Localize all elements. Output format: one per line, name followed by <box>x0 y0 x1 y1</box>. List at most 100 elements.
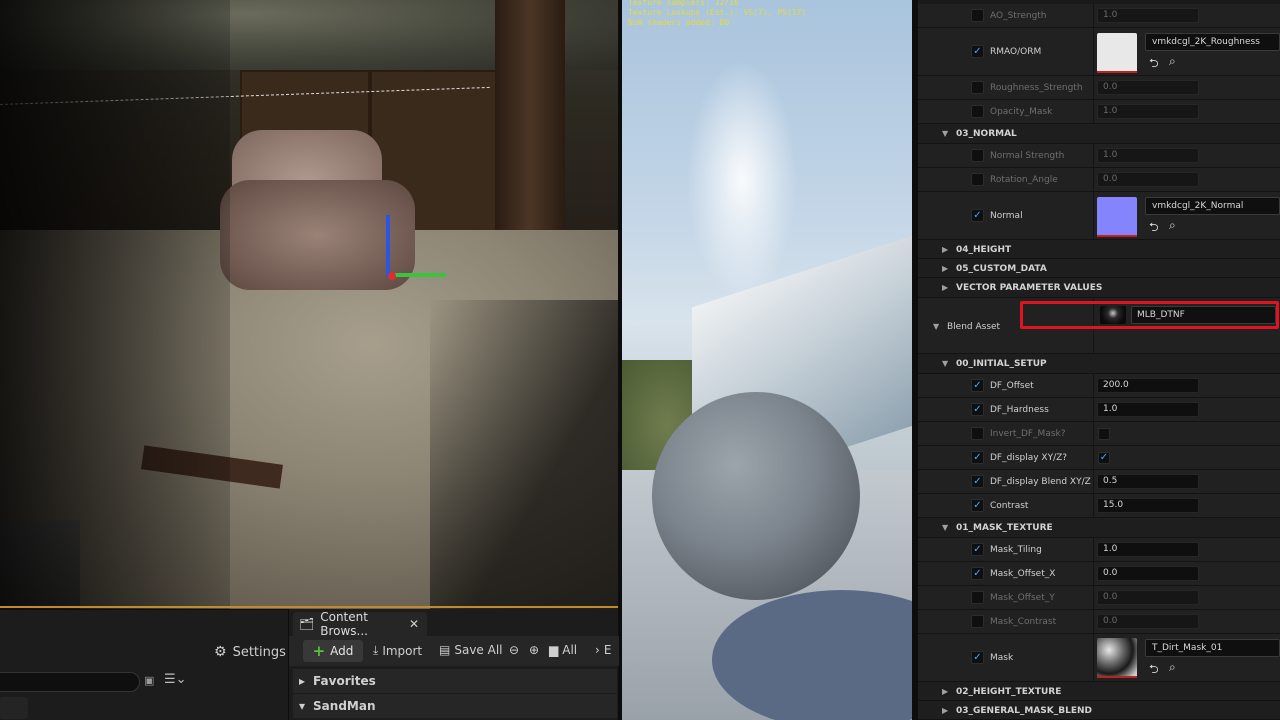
texture-asset-picker[interactable]: vmkdcgl_2K_Roughness <box>1145 33 1280 51</box>
param-label: Mask <box>990 653 1014 663</box>
override-checkbox[interactable]: ✓ <box>971 403 984 416</box>
param-value-input[interactable]: 0.5 <box>1097 474 1199 489</box>
param-value-input[interactable]: 0.0 <box>1097 566 1199 581</box>
section-02-height-texture[interactable]: ▶ 02_HEIGHT_TEXTURE <box>918 682 1280 701</box>
chevron-down-icon: ▼ <box>942 523 949 532</box>
close-icon[interactable]: ✕ <box>409 617 419 631</box>
browse-asset-icon[interactable]: ⌕ <box>1169 218 1176 233</box>
param-row-contrast: ✓ Contrast 15.0 <box>918 494 1280 518</box>
param-value-input[interactable]: 0.0 <box>1097 80 1199 95</box>
override-checkbox[interactable] <box>971 427 984 440</box>
transform-gizmo-z-axis[interactable] <box>386 215 390 277</box>
browse-asset-icon[interactable]: ⌕ <box>1169 660 1176 675</box>
param-value-input[interactable]: 1.0 <box>1097 8 1199 23</box>
section-label: 01_MASK_TEXTURE <box>956 523 1053 533</box>
param-label: DF_Hardness <box>990 405 1049 415</box>
param-label: Roughness_Strength <box>990 83 1083 93</box>
override-checkbox[interactable]: ✓ <box>971 499 984 512</box>
texture-thumbnail-bar <box>1097 676 1137 678</box>
import-button[interactable]: ⤓ Import <box>373 643 422 658</box>
tree-item-favorites[interactable]: ▸ Favorites <box>293 669 617 693</box>
override-checkbox[interactable] <box>971 615 984 628</box>
use-selected-icon[interactable]: ⮌ <box>1149 54 1159 75</box>
back-icon: ⊖ <box>509 643 520 657</box>
chevron-right-icon: ▶ <box>942 687 949 696</box>
param-label: DF_display Blend XY/Z <box>990 477 1091 487</box>
param-label: DF_Offset <box>990 381 1034 391</box>
param-label: Normal Strength <box>990 151 1065 161</box>
content-browser-toolbar: + Add ⤓ Import ▤ Save All ⊖ ⊕ ▆ All › E <box>289 636 619 666</box>
texture-thumbnail[interactable] <box>1097 638 1137 678</box>
override-checkbox[interactable] <box>971 149 984 162</box>
override-checkbox[interactable]: ✓ <box>971 651 984 664</box>
blend-asset-picker[interactable]: MLB_DTNF <box>1131 306 1276 324</box>
param-value-input[interactable]: 1.0 <box>1097 542 1199 557</box>
param-value-input[interactable]: 0.0 <box>1097 590 1199 605</box>
blend-asset-thumbnail[interactable] <box>1100 306 1126 324</box>
param-value-input[interactable]: 15.0 <box>1097 498 1199 513</box>
history-forward-button[interactable]: ⊕ <box>529 643 539 657</box>
path-all-label: All <box>562 643 578 657</box>
value-checkbox[interactable]: ✓ <box>1098 452 1110 464</box>
browse-asset-icon[interactable]: ⌕ <box>1169 54 1176 69</box>
material-preview-viewport[interactable]: Texture samplers: 12/16 Texture Lookups … <box>622 0 912 720</box>
forward-icon: ⊕ <box>529 643 540 657</box>
param-value-input[interactable]: 0.0 <box>1097 614 1199 629</box>
override-checkbox[interactable]: ✓ <box>971 209 984 222</box>
section-04-height[interactable]: ▶ 04_HEIGHT <box>918 240 1280 259</box>
override-checkbox[interactable] <box>971 173 984 186</box>
search-input[interactable] <box>0 672 140 692</box>
override-checkbox[interactable]: ✓ <box>971 45 984 58</box>
texture-asset-picker[interactable]: T_Dirt_Mask_01 <box>1145 639 1280 657</box>
history-back-button[interactable]: ⊖ <box>509 643 519 657</box>
chevron-down-icon[interactable]: ▼ <box>933 322 939 331</box>
texture-thumbnail[interactable] <box>1097 33 1137 73</box>
override-checkbox[interactable]: ✓ <box>971 475 984 488</box>
save-search-icon[interactable]: ▣ <box>144 674 154 687</box>
section-03-general-mask-blend[interactable]: ▶ 03_GENERAL_MASK_BLEND <box>918 701 1280 720</box>
path-all-button[interactable]: ▆ All <box>549 643 577 657</box>
param-value-input[interactable]: 0.0 <box>1097 172 1199 187</box>
level-viewport[interactable] <box>0 0 618 609</box>
import-icon: ⤓ <box>373 643 379 657</box>
value-checkbox[interactable] <box>1098 428 1110 440</box>
section-03-normal[interactable]: ▼ 03_NORMAL <box>918 124 1280 144</box>
texture-asset-picker[interactable]: vmkdcgl_2K_Normal <box>1145 197 1280 215</box>
section-00-initial-setup[interactable]: ▼ 00_INITIAL_SETUP <box>918 354 1280 374</box>
override-checkbox[interactable]: ✓ <box>971 567 984 580</box>
use-selected-icon[interactable]: ⮌ <box>1149 660 1159 681</box>
param-value-input[interactable]: 1.0 <box>1097 148 1199 163</box>
param-row-rotation-angle: Rotation_Angle 0.0 <box>918 168 1280 192</box>
settings-button[interactable]: ⚙ Settings <box>214 644 286 660</box>
param-value-input[interactable]: 200.0 <box>1097 378 1199 393</box>
section-05-custom-data[interactable]: ▶ 05_CUSTOM_DATA <box>918 259 1280 278</box>
section-label: VECTOR PARAMETER VALUES <box>956 283 1103 293</box>
override-checkbox[interactable]: ✓ <box>971 379 984 392</box>
param-row-df-display: ✓ DF_display XY/Z? ✓ <box>918 446 1280 470</box>
add-button[interactable]: + Add <box>303 640 363 662</box>
override-checkbox[interactable] <box>971 591 984 604</box>
override-checkbox[interactable] <box>971 81 984 94</box>
transform-gizmo-x-axis[interactable] <box>390 273 446 277</box>
tree-item-sandman[interactable]: ▾ SandMan <box>293 694 617 718</box>
texture-thumbnail[interactable] <box>1097 197 1137 237</box>
section-label: 00_INITIAL_SETUP <box>956 359 1047 369</box>
section-01-mask-texture[interactable]: ▼ 01_MASK_TEXTURE <box>918 518 1280 538</box>
shader-stats: Texture samplers: 12/16 Texture Lookups … <box>628 0 806 28</box>
path-next-button[interactable]: › E <box>595 643 611 657</box>
param-row-ao-strength: AO_Strength 1.0 <box>918 4 1280 28</box>
filter-icon[interactable]: ☰⌄ <box>164 672 187 687</box>
param-label: DF_display XY/Z? <box>990 453 1068 463</box>
section-vector-parameter-values[interactable]: ▶ VECTOR PARAMETER VALUES <box>918 278 1280 298</box>
transform-gizmo-center[interactable] <box>388 272 396 280</box>
override-checkbox[interactable] <box>971 105 984 118</box>
outliner-row[interactable] <box>0 697 28 719</box>
use-selected-icon[interactable]: ⮌ <box>1149 218 1159 239</box>
tab-content-browser[interactable]: 🗂 Content Brows... ✕ <box>293 610 427 638</box>
save-all-button[interactable]: ▤ Save All <box>439 643 503 657</box>
override-checkbox[interactable]: ✓ <box>971 451 984 464</box>
param-value-input[interactable]: 1.0 <box>1097 402 1199 417</box>
override-checkbox[interactable] <box>971 9 984 22</box>
override-checkbox[interactable]: ✓ <box>971 543 984 556</box>
param-value-input[interactable]: 1.0 <box>1097 104 1199 119</box>
